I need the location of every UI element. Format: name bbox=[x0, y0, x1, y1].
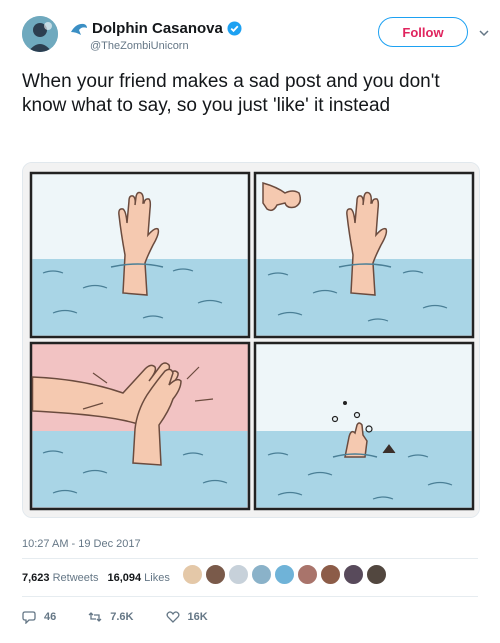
like-icon bbox=[165, 611, 180, 623]
brand-icon bbox=[70, 22, 88, 36]
tweet-timestamp[interactable]: 10:27 AM - 19 Dec 2017 bbox=[22, 538, 141, 550]
verified-icon bbox=[227, 21, 242, 36]
tweet-actions: 46 7.6K 16K bbox=[22, 610, 240, 624]
liker-avatar[interactable] bbox=[297, 564, 318, 585]
liker-avatar[interactable] bbox=[366, 564, 387, 585]
likes-stat[interactable]: 16,094 Likes bbox=[107, 572, 169, 584]
author-handle[interactable]: @TheZombiUnicorn bbox=[90, 40, 189, 52]
retweets-label: Retweets bbox=[52, 572, 99, 584]
author-name[interactable]: Dolphin Casanova bbox=[92, 20, 223, 37]
tweet-image[interactable] bbox=[22, 162, 480, 518]
follow-button[interactable]: Follow bbox=[378, 17, 468, 47]
liker-avatar[interactable] bbox=[320, 564, 341, 585]
retweet-icon bbox=[88, 612, 102, 622]
likes-label: Likes bbox=[144, 572, 170, 584]
reply-icon bbox=[22, 611, 36, 624]
like-button[interactable]: 16K bbox=[165, 610, 208, 624]
author-name-row: Dolphin Casanova bbox=[70, 20, 242, 37]
tweet-stats: 7,623 Retweets 16,094 Likes bbox=[22, 572, 170, 584]
comic-panel-1 bbox=[29, 171, 251, 339]
liker-avatars bbox=[182, 564, 387, 585]
divider-bottom bbox=[22, 596, 478, 597]
likes-count: 16,094 bbox=[107, 572, 142, 584]
comic-panel-4 bbox=[253, 341, 475, 511]
retweets-stat[interactable]: 7,623 Retweets bbox=[22, 572, 98, 584]
tweet-header: Dolphin Casanova @TheZombiUnicorn Follow bbox=[22, 14, 489, 62]
liker-avatar[interactable] bbox=[205, 564, 226, 585]
reply-count: 46 bbox=[44, 611, 57, 623]
caret-icon[interactable] bbox=[478, 26, 490, 38]
retweets-count: 7,623 bbox=[22, 572, 50, 584]
liker-avatar[interactable] bbox=[274, 564, 295, 585]
liker-avatar[interactable] bbox=[182, 564, 203, 585]
comic-panel-3 bbox=[29, 341, 251, 511]
liker-avatar[interactable] bbox=[228, 564, 249, 585]
author-avatar[interactable] bbox=[22, 16, 58, 52]
tweet-text: When your friend makes a sad post and yo… bbox=[22, 71, 440, 116]
comic-panel-2 bbox=[253, 171, 475, 339]
liker-avatar[interactable] bbox=[343, 564, 364, 585]
divider-top bbox=[22, 558, 478, 559]
retweet-button[interactable]: 7.6K bbox=[88, 610, 134, 624]
retweet-count: 7.6K bbox=[110, 611, 134, 623]
like-count: 16K bbox=[187, 611, 208, 623]
reply-button[interactable]: 46 bbox=[22, 610, 56, 624]
liker-avatar[interactable] bbox=[251, 564, 272, 585]
